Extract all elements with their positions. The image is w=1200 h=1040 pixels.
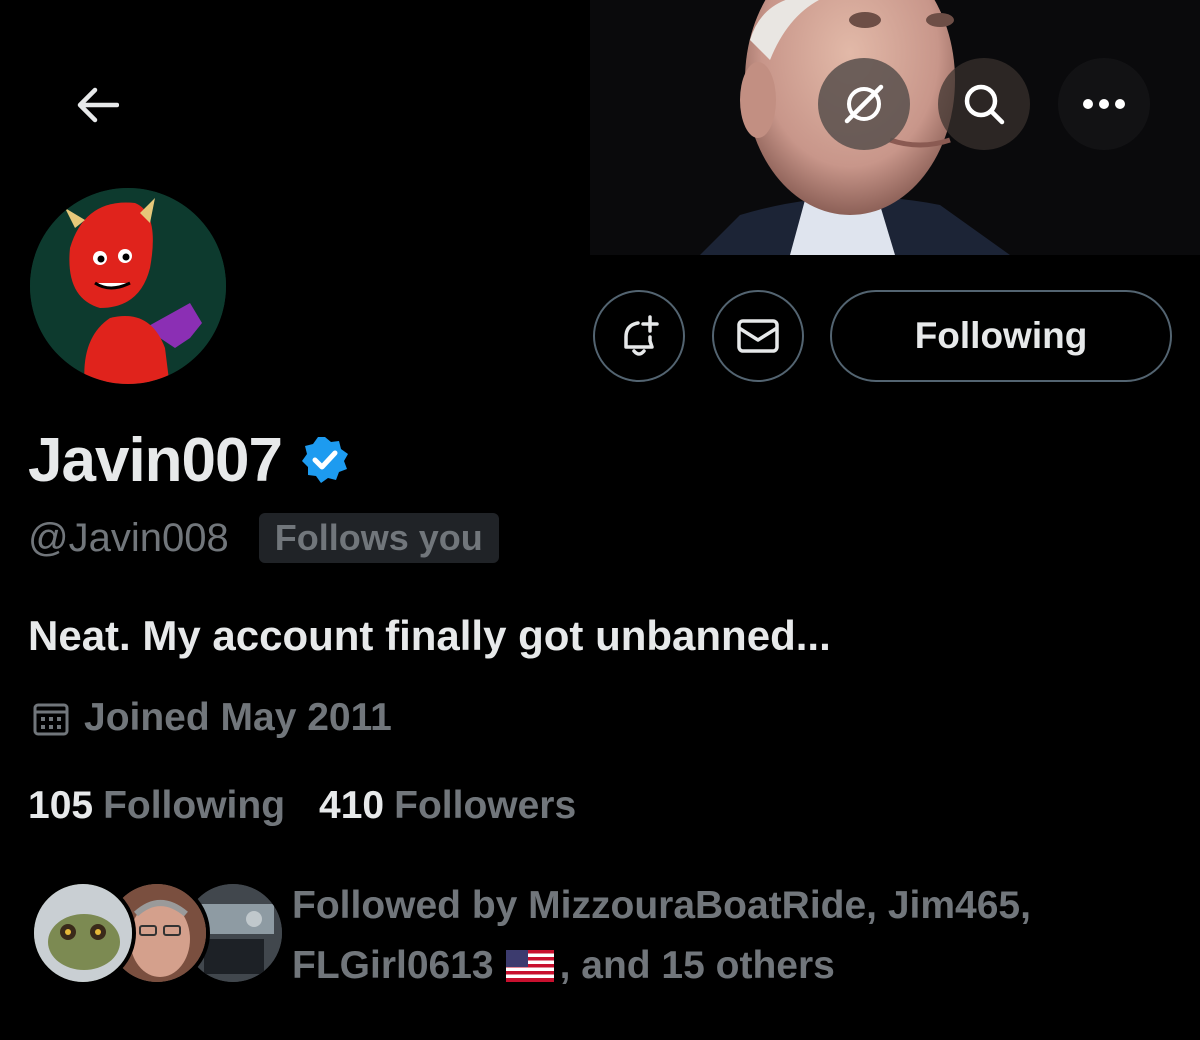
display-name: Javin007 xyxy=(28,425,283,495)
calendar-icon xyxy=(33,703,69,736)
handle-row: @Javin008 Follows you xyxy=(28,510,499,566)
more-horizontal-icon xyxy=(1083,99,1125,109)
follower-avatar xyxy=(30,880,136,986)
display-name-row: Javin007 xyxy=(28,420,350,500)
envelope-icon xyxy=(737,319,779,353)
followers-label: Followers xyxy=(394,784,577,827)
user-handle: @Javin008 xyxy=(28,515,229,560)
joined-text: Joined May 2011 xyxy=(84,696,392,739)
followed-by-line1: Followed by MizzouraBoatRide, Jim465, xyxy=(292,884,1031,927)
devil-avatar-image xyxy=(30,188,226,384)
following-stat[interactable]: 105 Following xyxy=(28,784,319,828)
back-button[interactable] xyxy=(62,70,132,140)
follows-you-badge: Follows you xyxy=(258,513,499,563)
profile-bio: Neat. My account finally got unbanned... xyxy=(28,612,831,659)
joined-date: Joined May 2011 xyxy=(32,692,392,744)
grok-icon xyxy=(844,84,884,124)
search-button[interactable] xyxy=(938,58,1030,150)
notify-button[interactable] xyxy=(593,290,685,382)
followed-by-text[interactable]: Followed by MizzouraBoatRide, Jim465, FL… xyxy=(292,876,1152,996)
bell-plus-icon xyxy=(624,315,659,356)
message-button[interactable] xyxy=(712,290,804,382)
following-count: 105 xyxy=(28,784,94,827)
verified-badge-icon[interactable] xyxy=(300,435,350,485)
followers-count: 410 xyxy=(319,784,385,827)
more-button[interactable] xyxy=(1058,58,1150,150)
search-icon xyxy=(964,84,1005,125)
arrow-left-icon xyxy=(77,87,119,123)
followed-by-user: FLGirl0613 xyxy=(292,944,494,987)
us-flag-icon xyxy=(505,950,554,982)
avatar[interactable] xyxy=(28,186,228,386)
following-label: Following xyxy=(103,784,286,827)
following-button[interactable]: Following xyxy=(830,290,1172,382)
followed-by-rest: , and 15 others xyxy=(559,944,835,987)
followers-stat[interactable]: 410 Followers xyxy=(319,784,610,828)
grok-button[interactable] xyxy=(818,58,910,150)
follow-stats: 105 Following 410 Followers xyxy=(28,780,610,832)
